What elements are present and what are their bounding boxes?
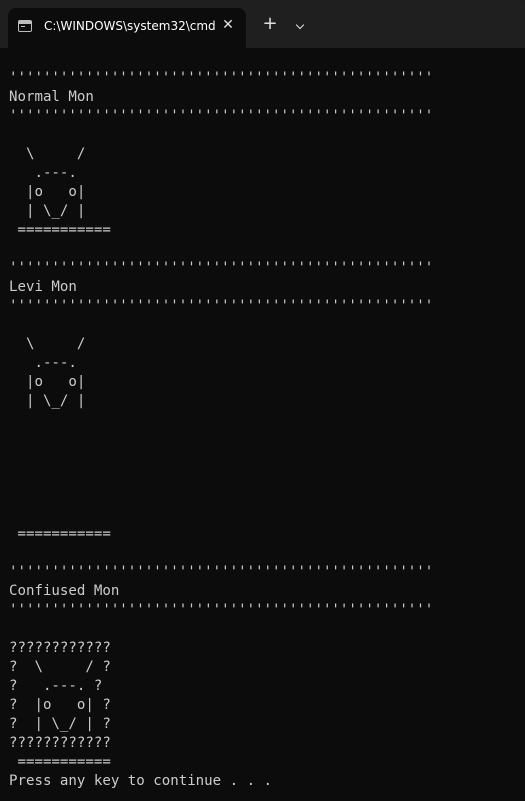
title-bar: C:\WINDOWS\system32\cmd. ✕ +: [0, 0, 525, 48]
terminal-line: ''''''''''''''''''''''''''''''''''''''''…: [9, 260, 434, 276]
terminal-line: |o o|: [9, 184, 86, 200]
terminal-line: .---.: [9, 165, 77, 181]
terminal-line: ''''''''''''''''''''''''''''''''''''''''…: [9, 564, 434, 580]
terminal-line: ''''''''''''''''''''''''''''''''''''''''…: [9, 108, 434, 124]
terminal-line: Normal Mon: [9, 89, 94, 105]
chevron-down-icon[interactable]: [289, 12, 311, 36]
tab-title: C:\WINDOWS\system32\cmd.: [44, 19, 216, 33]
terminal-line: ? .---. ?: [9, 678, 103, 694]
terminal-line: ''''''''''''''''''''''''''''''''''''''''…: [9, 70, 434, 86]
terminal-line: .---.: [9, 355, 77, 371]
terminal-line: |o o|: [9, 374, 86, 390]
terminal-line: ? \ / ?: [9, 659, 111, 675]
terminal-output[interactable]: ''''''''''''''''''''''''''''''''''''''''…: [9, 69, 519, 789]
terminal-line: Levi Mon: [9, 279, 77, 295]
terminal-line: \ /: [9, 146, 86, 162]
terminal-line: \ /: [9, 336, 86, 352]
close-tab-icon[interactable]: ✕: [217, 14, 239, 36]
terminal-line: ????????????: [9, 735, 111, 751]
terminal-line: ????????????: [9, 640, 111, 656]
terminal-line: | \_/ |: [9, 203, 86, 219]
terminal-window: C:\WINDOWS\system32\cmd. ✕ + '''''''''''…: [0, 0, 525, 801]
terminal-line: ===========: [9, 222, 111, 238]
terminal-line: ===========: [9, 754, 111, 770]
terminal-line: | \_/ |: [9, 393, 86, 409]
terminal-icon: [18, 20, 32, 32]
terminal-line: Confiused Mon: [9, 583, 120, 599]
terminal-line: ? | \_/ | ?: [9, 716, 111, 732]
terminal-line: ''''''''''''''''''''''''''''''''''''''''…: [9, 602, 434, 618]
tab-cmd[interactable]: C:\WINDOWS\system32\cmd. ✕: [8, 8, 246, 48]
terminal-line: ? |o o| ?: [9, 697, 111, 713]
terminal-line: ===========: [9, 526, 111, 542]
terminal-line: ''''''''''''''''''''''''''''''''''''''''…: [9, 298, 434, 314]
terminal-line: Press any key to continue . . .: [9, 773, 273, 789]
new-tab-button[interactable]: +: [258, 12, 282, 36]
